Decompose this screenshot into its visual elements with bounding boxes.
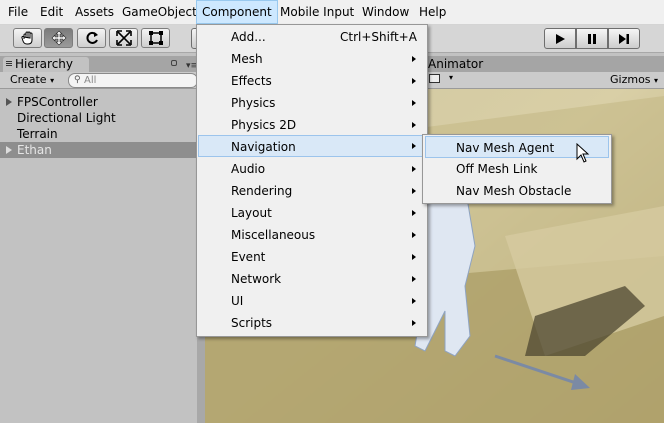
- scale-icon: [115, 30, 132, 46]
- menu-edit[interactable]: Edit: [35, 0, 68, 24]
- submenu-arrow-icon: [412, 210, 416, 216]
- menu-item-scripts[interactable]: Scripts: [198, 312, 426, 334]
- shortcut-label: Ctrl+Shift+A: [340, 30, 417, 44]
- gizmos-dropdown[interactable]: Gizmos ▾: [610, 72, 658, 89]
- menu-item-network[interactable]: Network: [198, 268, 426, 290]
- create-label: Create: [10, 73, 47, 86]
- menu-help[interactable]: Help: [414, 0, 451, 24]
- submenu-arrow-icon: [412, 166, 416, 172]
- submenu-arrow-icon: [412, 78, 416, 84]
- menu-item-mesh[interactable]: Mesh: [198, 48, 426, 70]
- hierarchy-icon: [6, 61, 12, 62]
- search-input[interactable]: ⚲ All: [68, 73, 198, 88]
- component-menu: Add... Ctrl+Shift+A Mesh Effects Physics…: [196, 24, 428, 337]
- step-button[interactable]: [608, 28, 640, 49]
- step-icon: [619, 33, 629, 44]
- submenu-arrow-icon: [412, 188, 416, 194]
- menu-file[interactable]: File: [3, 0, 33, 24]
- hand-icon: [20, 31, 32, 45]
- expand-arrow-icon[interactable]: [6, 146, 12, 154]
- tab-animator[interactable]: Animator: [428, 56, 483, 72]
- submenu-arrow-icon: [412, 298, 416, 304]
- submenu-arrow-icon: [412, 143, 416, 149]
- pause-button[interactable]: [576, 28, 608, 49]
- submenu-arrow-icon: [412, 232, 416, 238]
- hierarchy-item-ethan[interactable]: Ethan: [0, 142, 197, 158]
- menu-item-event[interactable]: Event: [198, 246, 426, 268]
- menu-assets[interactable]: Assets: [70, 0, 119, 24]
- rect-tool-icon: [148, 31, 163, 45]
- chevron-down-icon: ▾: [654, 76, 659, 85]
- rotate-icon: [85, 31, 98, 44]
- menu-item-audio[interactable]: Audio: [198, 158, 426, 180]
- lock-icon[interactable]: [171, 60, 177, 66]
- menu-item-rendering[interactable]: Rendering: [198, 180, 426, 202]
- submenu-arrow-icon: [412, 320, 416, 326]
- menu-gameobject[interactable]: GameObject: [117, 0, 202, 24]
- expand-arrow-icon[interactable]: [6, 98, 12, 106]
- hand-tool-button[interactable]: [13, 28, 42, 48]
- move-tool-button[interactable]: [44, 28, 73, 48]
- menubar: File Edit Assets GameObject Component Mo…: [0, 0, 664, 25]
- search-icon: ⚲: [74, 75, 81, 85]
- submenu-arrow-icon: [412, 122, 416, 128]
- submenu-arrow-icon: [412, 254, 416, 260]
- rect-tool-button[interactable]: [141, 28, 170, 48]
- menu-item-miscellaneous[interactable]: Miscellaneous: [198, 224, 426, 246]
- search-placeholder: All: [84, 75, 97, 86]
- rotate-tool-button[interactable]: [77, 28, 106, 48]
- hierarchy-tab-label: Hierarchy: [15, 57, 74, 71]
- menu-item-navigation[interactable]: Navigation: [198, 135, 426, 157]
- image-effects-icon[interactable]: [429, 74, 440, 83]
- menu-item-effects[interactable]: Effects: [198, 70, 426, 92]
- hierarchy-item-directional-light[interactable]: Directional Light: [0, 110, 197, 126]
- tab-hierarchy[interactable]: Hierarchy: [3, 57, 89, 72]
- pause-icon: [588, 33, 596, 44]
- menu-item-physics-2d[interactable]: Physics 2D: [198, 114, 426, 136]
- gizmos-label: Gizmos: [610, 73, 651, 86]
- menu-component[interactable]: Component: [196, 0, 278, 24]
- menu-item-ui[interactable]: UI: [198, 290, 426, 312]
- scale-tool-button[interactable]: [109, 28, 138, 48]
- move-icon: [51, 30, 66, 46]
- menu-item-layout[interactable]: Layout: [198, 202, 426, 224]
- hierarchy-item-terrain[interactable]: Terrain: [0, 126, 197, 142]
- submenu-item-nav-mesh-obstacle[interactable]: Nav Mesh Obstacle: [425, 180, 609, 202]
- mouse-cursor-icon: [576, 143, 590, 163]
- chevron-down-icon[interactable]: ▾: [449, 73, 453, 82]
- play-icon: [556, 33, 565, 44]
- hierarchy-item-fpscontroller[interactable]: FPSController: [0, 94, 197, 110]
- chevron-down-icon: ▾: [50, 76, 55, 85]
- submenu-arrow-icon: [412, 100, 416, 106]
- create-dropdown[interactable]: Create ▾: [10, 73, 54, 87]
- menu-window[interactable]: Window: [357, 0, 414, 24]
- menu-item-physics[interactable]: Physics: [198, 92, 426, 114]
- submenu-arrow-icon: [412, 276, 416, 282]
- menu-item-add[interactable]: Add... Ctrl+Shift+A: [198, 26, 426, 48]
- submenu-arrow-icon: [412, 56, 416, 62]
- menu-mobile-input[interactable]: Mobile Input: [275, 0, 359, 24]
- play-button[interactable]: [544, 28, 576, 49]
